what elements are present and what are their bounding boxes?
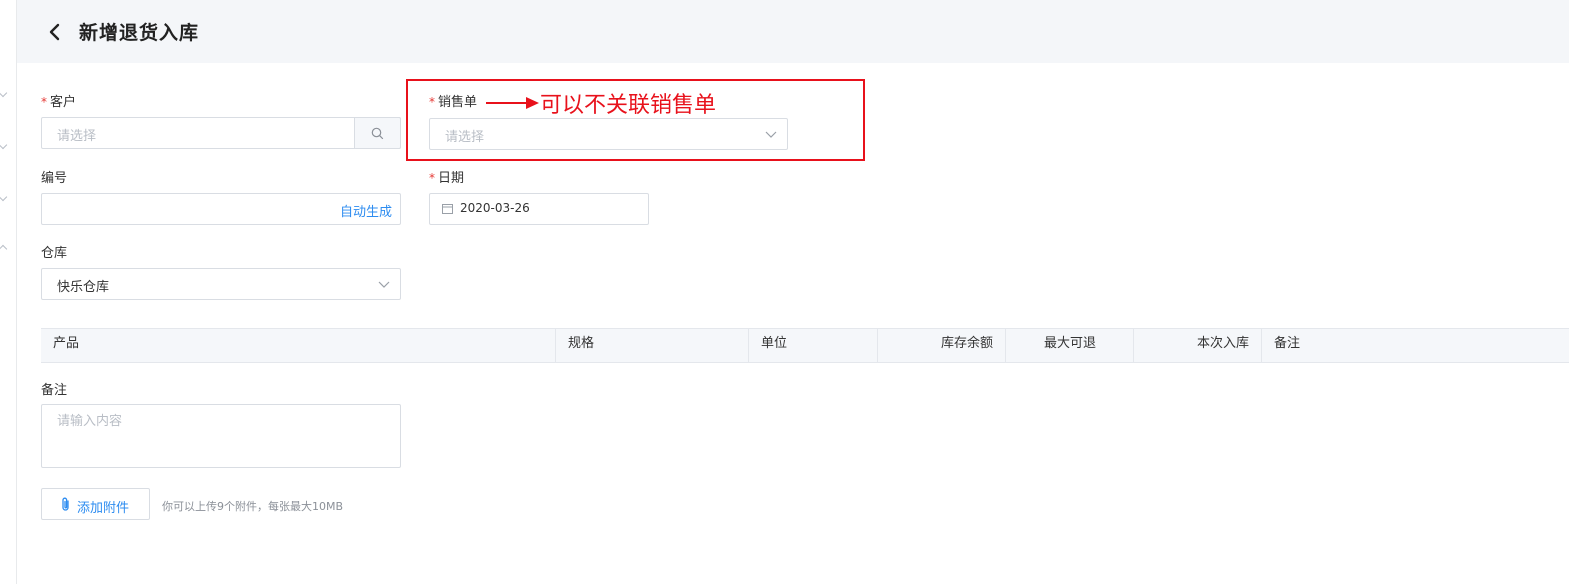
date-picker[interactable]: 2020-03-26 <box>429 193 649 225</box>
date-label: * 日期 <box>429 167 464 186</box>
required-mark: * <box>429 171 435 185</box>
warehouse-label: 仓库 <box>41 246 68 261</box>
left-sidebar-edge <box>0 0 17 584</box>
gutter-marker <box>0 88 8 98</box>
column-header-spec: 规格 <box>556 329 749 362</box>
customer-placeholder: 请选择 <box>57 129 97 144</box>
annotation-arrow-icon <box>486 97 539 109</box>
product-table-header: 产品 规格 单位 库存余额 最大可退 本次入库 备注 <box>41 328 1569 363</box>
remarks-label: 备注 <box>41 383 68 398</box>
number-field[interactable]: 自动生成 <box>41 193 401 225</box>
gutter-marker <box>0 192 8 202</box>
date-label-text: 日期 <box>438 171 465 186</box>
required-mark: * <box>41 95 47 109</box>
column-header-inbound-qty: 本次入库 <box>1134 329 1262 362</box>
remarks-textarea[interactable]: 请输入内容 <box>41 404 401 468</box>
column-header-remarks: 备注 <box>1274 336 1301 351</box>
chevron-down-icon <box>378 281 390 288</box>
gutter-marker <box>0 140 8 150</box>
customer-label-text: 客户 <box>50 95 77 110</box>
warehouse-value: 快乐仓库 <box>57 280 110 295</box>
page: 新增退货入库 * 客户 请选择 * 销售单 请选择 可以不关联销售单 编号 自动生成 <box>0 0 1569 584</box>
customer-search-button[interactable] <box>354 117 401 149</box>
annotation-text: 可以不关联销售单 <box>540 93 717 118</box>
chevron-left-icon <box>49 23 60 41</box>
customer-select[interactable]: 请选择 <box>41 117 401 149</box>
number-label: 编号 <box>41 171 68 186</box>
remarks-placeholder: 请输入内容 <box>57 414 123 429</box>
page-header: 新增退货入库 <box>17 0 1569 63</box>
column-header-max-returnable: 最大可退 <box>1006 329 1134 362</box>
add-attachment-label: 添加附件 <box>77 501 130 516</box>
back-button[interactable] <box>45 20 65 44</box>
column-header-product: 产品 <box>41 329 556 362</box>
warehouse-select[interactable]: 快乐仓库 <box>41 268 401 300</box>
calendar-icon <box>442 204 453 214</box>
gutter-marker <box>0 244 8 254</box>
column-header-unit: 单位 <box>749 329 878 362</box>
paperclip-icon <box>62 497 69 511</box>
page-title: 新增退货入库 <box>79 22 200 44</box>
search-icon <box>371 127 384 140</box>
customer-label: * 客户 <box>41 91 76 110</box>
auto-generate-link[interactable]: 自动生成 <box>340 201 392 220</box>
add-attachment-button[interactable]: 添加附件 <box>41 488 150 520</box>
column-header-stock-balance: 库存余额 <box>878 329 1006 362</box>
attachment-hint: 你可以上传9个附件，每张最大10MB <box>162 500 344 513</box>
date-value: 2020-03-26 <box>460 201 530 215</box>
